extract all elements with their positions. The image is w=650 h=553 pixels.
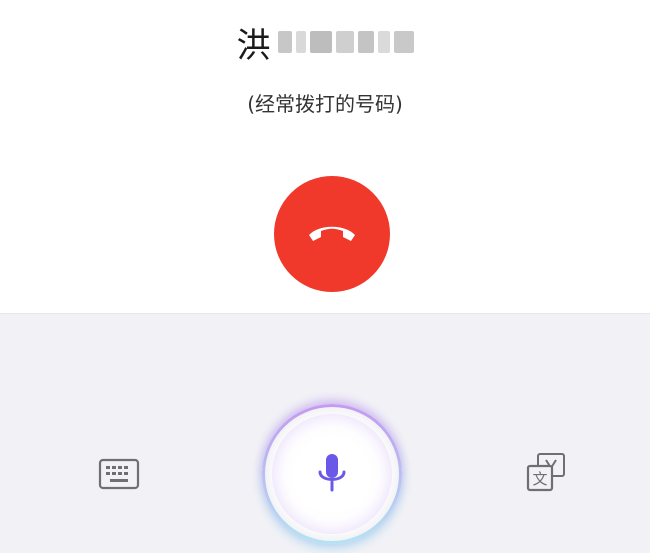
mask-block bbox=[335, 31, 354, 53]
translate-button[interactable]: 文 bbox=[522, 450, 570, 496]
caller-name: 洪 bbox=[236, 25, 272, 66]
caller-note: (经常拨打的号码) bbox=[247, 92, 403, 116]
mask-block bbox=[377, 31, 390, 53]
caller-name-masked bbox=[277, 31, 414, 53]
mask-block bbox=[309, 31, 332, 53]
mask-block bbox=[295, 31, 306, 53]
translate-icon: 文 bbox=[526, 453, 565, 492]
translate-glyph: 文 bbox=[532, 470, 547, 488]
call-screen: 洪 (经常拨打的号码) 文 bbox=[0, 0, 650, 553]
phone-hangup-icon bbox=[309, 226, 355, 241]
voice-input-button[interactable] bbox=[262, 404, 402, 544]
keyboard-button[interactable] bbox=[96, 454, 142, 494]
mask-block bbox=[393, 31, 414, 53]
mask-block bbox=[357, 31, 374, 53]
call-info-panel: 洪 (经常拨打的号码) bbox=[0, 0, 650, 313]
voice-control-panel: 文 bbox=[0, 313, 650, 553]
hangup-button[interactable] bbox=[274, 176, 390, 292]
voice-input-inner bbox=[272, 414, 392, 534]
caller-name-row: 洪 bbox=[0, 14, 650, 70]
keyboard-icon bbox=[98, 458, 140, 490]
mask-block bbox=[277, 31, 292, 53]
microphone-icon bbox=[318, 454, 346, 492]
